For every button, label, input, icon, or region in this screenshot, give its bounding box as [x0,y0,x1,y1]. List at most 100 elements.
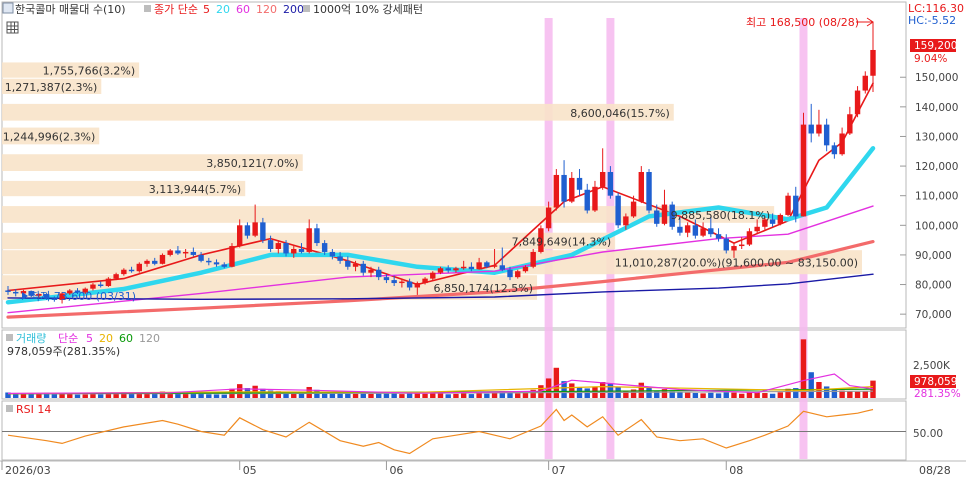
volume-bar [460,393,467,398]
candle-body [739,244,745,247]
volume-profile-label: 9,885,580(18.1%) [671,209,771,222]
candle-body [306,228,312,252]
grid-icon[interactable] [6,21,19,34]
candle-body [167,250,173,255]
change-percent-label: 9.04% [914,53,947,65]
volume-bar [515,393,521,398]
candle-body [5,290,11,292]
volume-toggle-icon[interactable] [6,334,13,341]
volume-bar [206,394,212,398]
candle-body [229,246,235,267]
candle-body [623,216,629,226]
candle-body [236,225,243,247]
candle-body [661,204,668,224]
volume-bar [468,394,475,398]
candle-body [159,254,166,264]
volume-bar [522,393,529,398]
ma-period-label: 20 [216,3,230,16]
candle-body [252,222,258,236]
candle-body [468,266,475,270]
volume-bar [739,393,745,398]
candle-body [808,124,814,134]
volume-profile-label: 3,850,121(7.0%) [206,157,299,170]
candle-body [731,246,737,251]
ma-period-label: 60 [236,3,250,16]
candle-body [437,268,444,273]
pattern-toggle-icon[interactable] [303,5,310,12]
volume-profile-label: 11,010,287(20.0%)(91,600.00 ~ 83,150.00) [615,257,858,270]
candle-body [684,225,691,233]
volume-bar [623,390,629,398]
candle-body [113,274,119,279]
candle-body [692,225,699,236]
volume-bar [484,393,490,398]
volume-bar [236,384,243,398]
current-volume-percent: 281.35% [914,388,961,400]
candle-body [823,124,830,146]
volume-bar [684,392,691,398]
candle-body [213,262,220,265]
volume-profile-label: 3,113,944(5.7%) [149,183,242,196]
candle-body [576,177,583,190]
candle-body [592,186,598,211]
volume-bar [368,393,374,398]
x-tick-label: 05 [243,464,257,477]
candle-body [198,254,204,261]
volume-bar [51,394,58,398]
high-annotation: 최고 168,500 (08/28) [746,16,859,29]
candle-body [646,172,652,211]
ma-toggle-icon[interactable] [144,5,151,12]
candle-body [854,90,861,115]
volume-bar [731,392,737,398]
candle-body [607,172,614,196]
stock-chart: 150,000 140,000 130,000 120,000 110,000 100,0… [0,0,966,481]
candle-body [553,174,560,208]
candle-body [515,271,521,278]
candle-body [190,251,197,255]
volume-bar [831,389,838,398]
volume-bar [769,393,776,398]
candle-body [128,269,135,272]
volume-ma-period-label: 60 [119,332,133,345]
x-tick-label: 08/28 [919,464,951,477]
rsi-toggle-icon[interactable] [6,405,13,412]
candle-body [491,265,498,267]
candle-body [90,284,96,289]
candle-body [793,195,799,217]
candle-body [862,75,868,91]
candle-body [569,177,575,202]
candle-body [453,268,459,271]
volume-profile-label: 1,271,387(2.3%) [5,81,98,94]
volume-bar [777,392,784,398]
low-annotation: 최저 73,600 (03/31) [30,290,136,303]
volume-bar [453,393,459,398]
y-tick-label: 90,000 [915,250,952,262]
volume-bar [190,393,197,398]
volume-bar [383,393,390,398]
candle-body [630,201,637,217]
candle-body [298,249,305,252]
volume-bar [437,393,444,398]
volume-bar [430,393,436,398]
candle-body [175,250,181,254]
volume-bar [352,393,359,398]
candle-body [522,266,529,272]
candle-body [785,195,791,215]
candle-body [352,263,359,267]
volume-y-tick: 2,500K [913,360,951,372]
chart-settings-icon[interactable] [2,2,14,14]
volume-ma-period-label: 20 [99,332,113,345]
candle-body [314,228,320,244]
candle-body [599,172,606,187]
candle-body [368,269,374,273]
volume-bar [823,386,830,398]
volume-profile-label: 1,755,766(3.2%) [43,65,136,78]
candle-body [13,291,19,294]
volume-bar [700,393,706,398]
volume-bar [599,382,606,398]
y-tick-label: 110,000 [915,191,958,203]
candle-body [777,214,784,224]
candle-body [754,226,760,232]
rsi-y-tick: 50.00 [913,428,943,440]
candle-body [584,189,590,211]
